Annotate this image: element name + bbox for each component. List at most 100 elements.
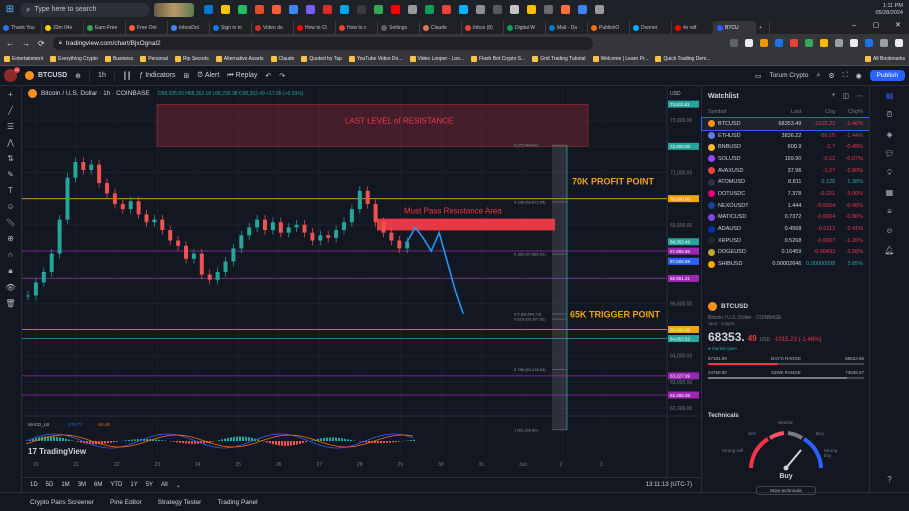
taskbar-app-icon[interactable] — [306, 5, 315, 14]
browser-tab[interactable]: Free Onl — [126, 21, 168, 34]
watchlist-row[interactable]: MATICUSD 0.7372 -0.0064 -0.86% — [702, 212, 869, 224]
symbol-search[interactable]: BTCUSD — [25, 71, 67, 80]
icon-tool-icon[interactable]: ☺ — [6, 202, 14, 211]
candle[interactable] — [342, 222, 346, 231]
candle[interactable] — [310, 232, 315, 241]
candle[interactable] — [397, 240, 402, 249]
extension-icon[interactable] — [835, 39, 843, 47]
advanced-view-icon[interactable]: ◫ — [842, 92, 849, 100]
minimize-icon[interactable]: – — [843, 19, 865, 34]
taskbar-app-icon[interactable] — [221, 5, 230, 14]
bookmark-item[interactable]: Rip Secrets — [174, 55, 209, 62]
browser-tab[interactable]: Mail - Da — [546, 21, 588, 34]
date-range-icon[interactable]: ⌄ — [176, 482, 181, 489]
bar-type-icon[interactable]: ┃┃ — [123, 72, 131, 80]
browser-tab[interactable]: How to c — [336, 21, 378, 34]
undo-icon[interactable]: ↶ — [265, 72, 271, 80]
candle[interactable] — [128, 201, 133, 210]
candle[interactable] — [389, 232, 394, 241]
bookmark-item[interactable]: Business — [104, 55, 133, 62]
trash-icon[interactable]: 🗑︎ — [5, 299, 15, 308]
bookmark-item[interactable]: All Bookmarks — [865, 55, 905, 62]
candle[interactable] — [97, 164, 102, 183]
interval-button[interactable]: 1h — [98, 72, 106, 79]
price-chart[interactable]: 73,000.00 72,000.00 71,000.00 70,000.00 69,0… — [22, 86, 700, 477]
extension-icon[interactable] — [850, 39, 858, 47]
bottom-tab[interactable]: Pine Editor — [110, 499, 142, 506]
candle[interactable] — [81, 162, 86, 170]
watchlist-row[interactable]: DOGEUSD 0.16459 -0.00433 -2.56% — [702, 247, 869, 259]
hotlist-icon[interactable]: 🔥︎ — [887, 226, 893, 236]
brush-icon[interactable]: ✎ — [7, 170, 14, 179]
candle[interactable] — [152, 219, 157, 223]
help-icon[interactable]: ? — [887, 475, 891, 484]
tradingview-logo[interactable]: 17 TradingView — [28, 447, 87, 456]
candle[interactable] — [405, 241, 410, 249]
taskbar-app-icon[interactable] — [561, 5, 570, 14]
candle[interactable] — [357, 190, 362, 210]
timeframe-5d[interactable]: 5D — [46, 482, 54, 488]
watchlist-row[interactable]: DOTUSDC 7.378 -0.221 -3.00% — [702, 188, 869, 200]
taskbar-app-icon[interactable] — [544, 5, 553, 14]
prediction-icon[interactable]: ⇅ — [7, 154, 14, 163]
candle[interactable] — [168, 230, 173, 241]
timeframe-1d[interactable]: 1D — [30, 482, 38, 488]
browser-tab[interactable]: Sign in to — [210, 21, 252, 34]
bookmark-item[interactable]: Claude — [270, 55, 294, 62]
alerts-icon[interactable]: ⏰︎ — [886, 110, 892, 120]
taskbar-app-icon[interactable] — [272, 5, 281, 14]
layout-name[interactable]: Torum Crypto — [769, 72, 808, 79]
taskbar-app-icon[interactable] — [493, 5, 502, 14]
taskbar-app-icon[interactable] — [510, 5, 519, 14]
candle[interactable] — [349, 209, 354, 223]
candle[interactable] — [318, 235, 323, 241]
browser-tab[interactable]: 4x vdf — [672, 21, 714, 34]
watchlist-row[interactable]: XRPUSD 0.5268 -0.0067 -1.26% — [702, 235, 869, 247]
watchlist-row[interactable]: SOLUSD 169.90 -0.12 -0.07% — [702, 153, 869, 165]
bottom-tab[interactable]: Crypto Pairs Screener — [30, 499, 94, 506]
candle[interactable] — [239, 235, 244, 249]
candle[interactable] — [270, 222, 275, 231]
taskbar-app-icon[interactable] — [459, 5, 468, 14]
candle[interactable] — [144, 214, 149, 223]
lock-icon[interactable]: 🔒︎ — [8, 266, 12, 276]
user-avatar[interactable]: 11 — [4, 67, 20, 82]
candle[interactable] — [278, 222, 283, 233]
browser-tab[interactable]: PublishO — [588, 21, 630, 34]
candle[interactable] — [223, 261, 228, 272]
watchlist-row[interactable]: SHIBUSD 0.00002646 0.00000098 3.85% — [702, 258, 869, 270]
candle[interactable] — [302, 224, 307, 233]
taskbar-app-icon[interactable] — [425, 5, 434, 14]
candle[interactable] — [105, 182, 109, 194]
taskbar-app-icon[interactable] — [476, 5, 485, 14]
watchlist-row[interactable]: BTCUSD 68353.49 -1015.23 -1.46% — [701, 117, 870, 131]
bookmark-item[interactable]: Video Looper - Loo... — [409, 55, 464, 62]
candle[interactable] — [65, 177, 70, 220]
close-icon[interactable]: ✕ — [887, 19, 909, 34]
zoom-icon[interactable]: ⊕ — [7, 234, 14, 243]
hide-icon[interactable]: 👁︎ — [5, 283, 15, 292]
candle[interactable] — [255, 219, 260, 228]
browser-tab[interactable]: Donner — [630, 21, 672, 34]
browser-tab[interactable]: Inbox (8) — [462, 21, 504, 34]
calendar-icon[interactable]: ▦ — [886, 188, 894, 197]
candle[interactable] — [373, 203, 378, 223]
candle[interactable] — [160, 219, 165, 231]
crosshair-icon[interactable]: + — [8, 90, 13, 99]
candle[interactable] — [247, 227, 252, 236]
bookmark-item[interactable]: Quoted by Tap — [301, 55, 342, 62]
more-icon[interactable]: ⋯ — [856, 92, 863, 100]
back-icon[interactable]: ← — [6, 39, 14, 48]
watchlist-title[interactable]: Watchlist — [708, 93, 739, 100]
watchlist-row[interactable]: BNBUSD 600.9 -2.7 -0.45% — [702, 141, 869, 153]
taskbar-app-icon[interactable] — [578, 5, 587, 14]
new-tab-button[interactable]: + — [756, 21, 770, 34]
taskbar-app-icon[interactable] — [204, 5, 213, 14]
bookmark-item[interactable]: Entertainment — [4, 55, 43, 62]
watchlist-icon[interactable]: ▤ — [886, 91, 894, 100]
taskbar-app-icon[interactable] — [408, 5, 417, 14]
detail-symbol[interactable]: BTCUSD — [721, 303, 748, 310]
fib-retracement-box[interactable] — [552, 145, 567, 430]
column-last[interactable]: Last — [760, 109, 801, 115]
candle[interactable] — [33, 282, 38, 296]
